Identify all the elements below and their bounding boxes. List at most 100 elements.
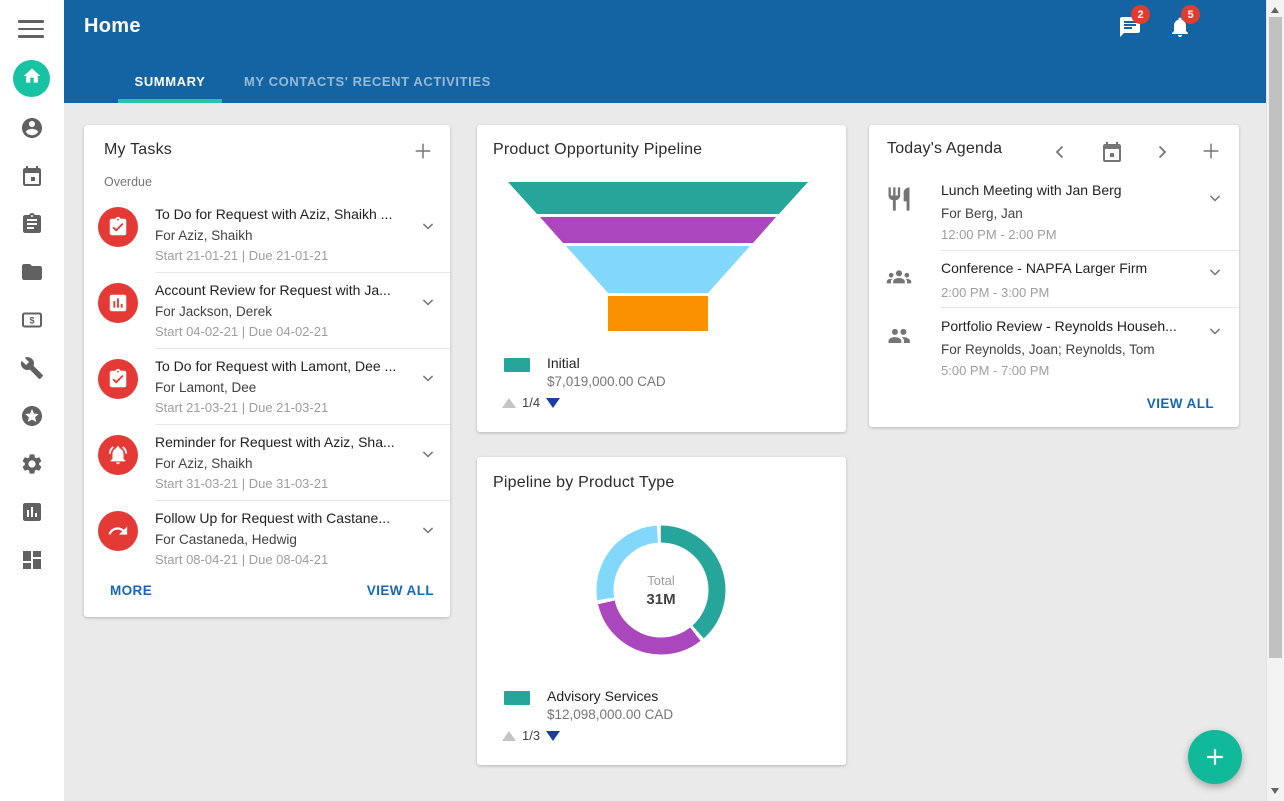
chevron-down-icon[interactable] [418, 292, 438, 312]
sidebar-item-tools[interactable] [20, 356, 44, 380]
bell-icon [1168, 26, 1192, 43]
task-for: For Jackson, Derek [155, 304, 272, 319]
legend-swatch [504, 358, 530, 372]
gear-icon [20, 463, 44, 480]
card-title: Pipeline by Product Type [493, 474, 675, 492]
agenda-row[interactable]: Portfolio Review - Reynolds Househ... Fo… [869, 307, 1239, 389]
chevron-right-icon [1150, 140, 1174, 164]
task-dates: Start 21-03-21 | Due 21-03-21 [155, 400, 328, 415]
calendar-picker-button[interactable] [1100, 140, 1124, 164]
sidebar-item-reports[interactable] [20, 500, 44, 524]
dashboard-icon [20, 559, 44, 576]
follow-up-arrow-icon [98, 511, 138, 551]
funnel-stage-1 [508, 182, 808, 214]
agenda-row[interactable]: Conference - NAPFA Larger Firm 2:00 PM -… [869, 250, 1239, 307]
sidebar-item-calendar[interactable] [20, 164, 44, 188]
account-review-chart-icon [98, 283, 138, 323]
agenda-for: For Reynolds, Joan; Reynolds, Tom [941, 342, 1155, 357]
sidebar-item-files[interactable] [20, 260, 44, 284]
task-title: Follow Up for Request with Castane... [155, 510, 390, 526]
pager-down-icon[interactable] [546, 731, 560, 741]
task-dates: Start 31-03-21 | Due 31-03-21 [155, 476, 328, 491]
sidebar-item-opportunities[interactable]: $ [20, 308, 44, 332]
legend-label: Advisory Services [547, 688, 658, 704]
reminder-bell-icon [98, 435, 138, 475]
task-title: Reminder for Request with Aziz, Sha... [155, 434, 395, 450]
sidebar-item-tasks[interactable] [20, 212, 44, 236]
agenda-title: Lunch Meeting with Jan Berg [941, 182, 1122, 198]
scrollbar[interactable] [1266, 0, 1284, 801]
task-for: For Lamont, Dee [155, 380, 256, 395]
add-task-button[interactable] [412, 140, 434, 162]
chevron-down-icon[interactable] [1205, 188, 1225, 208]
dollar-glyph: $ [29, 316, 34, 326]
task-row[interactable]: To Do for Request with Lamont, Dee ... F… [84, 348, 450, 424]
chevron-down-icon[interactable] [1205, 321, 1225, 341]
wrench-icon [20, 367, 44, 384]
pager-down-icon[interactable] [546, 398, 560, 408]
restaurant-icon [885, 185, 913, 213]
task-for: For Aziz, Shaikh [155, 228, 253, 243]
product-type-card: Pipeline by Product Type Total 31M Advis… [477, 457, 846, 765]
chevron-down-icon[interactable] [418, 368, 438, 388]
donut-total-value: 31M [591, 591, 731, 608]
sidebar-item-dashboards[interactable] [20, 548, 44, 572]
clipboard-icon [20, 223, 44, 240]
pager-text: 1/3 [522, 728, 540, 743]
view-all-button[interactable]: VIEW ALL [367, 583, 434, 598]
calendar-icon [20, 175, 44, 192]
agenda-card: Today's Agenda Lunch Meeting with Jan Be… [869, 125, 1239, 427]
messages-badge: 2 [1131, 5, 1150, 24]
add-appointment-button[interactable] [1200, 140, 1222, 162]
sidebar-item-home[interactable] [13, 60, 50, 97]
agenda-for: For Berg, Jan [941, 206, 1023, 221]
pager-up-icon [502, 398, 516, 408]
scrollbar-down-arrow[interactable] [1271, 788, 1279, 794]
card-title: Product Opportunity Pipeline [493, 141, 702, 159]
pager-text: 1/4 [522, 395, 540, 410]
task-row[interactable]: To Do for Request with Aziz, Shaikh ... … [84, 196, 450, 272]
scrollbar-thumb[interactable] [1269, 17, 1282, 658]
my-tasks-card: My Tasks Overdue To Do for Request with … [84, 125, 450, 617]
notifications-badge: 5 [1181, 5, 1200, 24]
legend-value: $12,098,000.00 CAD [547, 707, 673, 722]
menu-icon[interactable] [18, 20, 44, 37]
task-row[interactable]: Account Review for Request with Ja... Fo… [84, 272, 450, 348]
task-title: Account Review for Request with Ja... [155, 282, 391, 298]
people-icon [885, 322, 913, 350]
scrollbar-up-arrow[interactable] [1271, 7, 1279, 13]
todo-check-icon [98, 359, 138, 399]
chevron-down-icon[interactable] [418, 216, 438, 236]
agenda-time: 2:00 PM - 3:00 PM [941, 285, 1049, 300]
sidebar-item-settings[interactable] [20, 452, 44, 476]
chevron-down-icon[interactable] [418, 520, 438, 540]
task-row[interactable]: Follow Up for Request with Castane... Fo… [84, 500, 450, 576]
page-title: Home [84, 15, 141, 38]
sidebar: $ [0, 0, 64, 801]
sidebar-item-favorites[interactable] [20, 404, 44, 428]
sidebar-item-contacts[interactable] [20, 116, 44, 140]
tab-summary[interactable]: SUMMARY [118, 60, 222, 103]
chevron-down-icon[interactable] [418, 444, 438, 464]
task-dates: Start 21-01-21 | Due 21-01-21 [155, 248, 328, 263]
next-day-button[interactable] [1150, 140, 1174, 164]
card-title: Today's Agenda [887, 140, 1002, 158]
plus-icon [1200, 140, 1222, 162]
agenda-time: 5:00 PM - 7:00 PM [941, 363, 1049, 378]
more-button[interactable]: MORE [110, 583, 152, 598]
agenda-row[interactable]: Lunch Meeting with Jan Berg For Berg, Ja… [869, 170, 1239, 250]
plus-icon [1203, 745, 1227, 769]
pager-up-icon [502, 731, 516, 741]
legend-swatch [504, 691, 530, 705]
task-for: For Aziz, Shaikh [155, 456, 253, 471]
money-icon: $ [20, 319, 44, 336]
overdue-label: Overdue [104, 175, 152, 189]
add-fab-button[interactable] [1188, 730, 1242, 784]
task-for: For Castaneda, Hedwig [155, 532, 297, 547]
prev-day-button[interactable] [1048, 140, 1072, 164]
task-row[interactable]: Reminder for Request with Aziz, Sha... F… [84, 424, 450, 500]
chevron-down-icon[interactable] [1205, 262, 1225, 282]
donut-total-label: Total [591, 573, 731, 588]
tab-recent-activities[interactable]: MY CONTACTS' RECENT ACTIVITIES [232, 60, 503, 103]
view-all-button[interactable]: VIEW ALL [1147, 396, 1214, 411]
